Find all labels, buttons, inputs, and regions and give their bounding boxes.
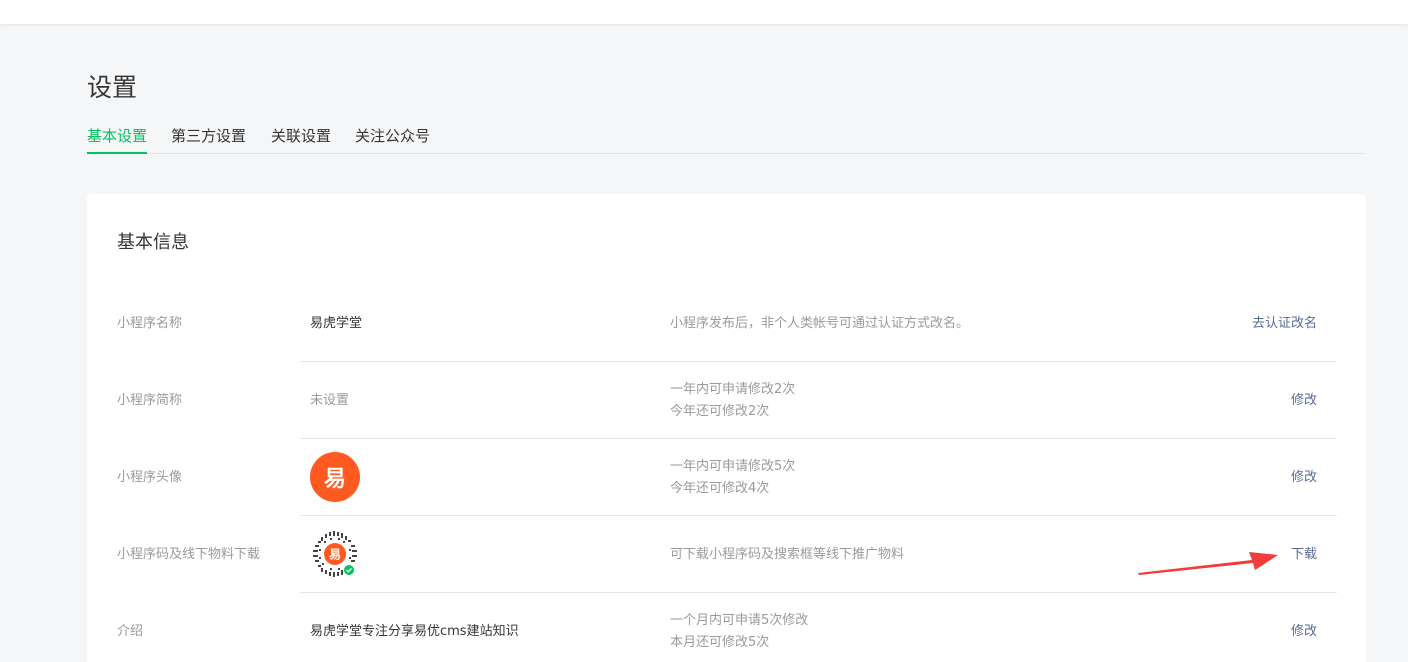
verify-rename-link[interactable]: 去认证改名	[1252, 285, 1317, 362]
mini-program-code-icon: 易	[311, 530, 359, 578]
tab-association-settings[interactable]: 关联设置	[271, 126, 331, 154]
row-description-line: 一个月内可申请5次修改	[670, 612, 809, 628]
modify-avatar-link[interactable]: 修改	[1291, 439, 1317, 516]
settings-tabs: 基本设置 第三方设置 关联设置 关注公众号	[87, 126, 1366, 154]
svg-text:易: 易	[329, 548, 341, 562]
tab-basic-settings[interactable]: 基本设置	[87, 126, 148, 154]
row-description: 一个月内可申请5次修改 本月还可修改5次	[670, 593, 808, 662]
row-value: 易虎学堂专注分享易优cms建站知识	[310, 624, 519, 639]
row-description: 一年内可申请修改2次 今年还可修改2次	[670, 362, 795, 439]
tab-third-party-settings[interactable]: 第三方设置	[171, 126, 246, 154]
row-description: 一年内可申请修改5次 今年还可修改4次	[670, 439, 795, 516]
row-description: 小程序发布后，非个人类帐号可通过认证方式改名。	[670, 285, 969, 362]
row-description-line: 本月还可修改5次	[670, 634, 770, 650]
page-title: 设置	[87, 73, 138, 102]
setting-row-short-name: 小程序简称 未设置 一年内可申请修改2次 今年还可修改2次 修改	[117, 362, 1337, 439]
row-label: 小程序头像	[117, 470, 183, 485]
modify-short-name-link[interactable]: 修改	[1291, 362, 1317, 439]
card-title: 基本信息	[117, 232, 189, 253]
setting-row-intro: 介绍 易虎学堂专注分享易优cms建站知识 一个月内可申请5次修改 本月还可修改5…	[117, 593, 1337, 662]
tab-follow-official-account[interactable]: 关注公众号	[355, 126, 430, 154]
row-description-line: 今年还可修改4次	[670, 480, 770, 496]
row-value: 易虎学堂	[310, 316, 363, 331]
row-label: 小程序名称	[117, 316, 183, 331]
row-label: 小程序码及线下物料下载	[117, 547, 261, 562]
row-label: 介绍	[117, 624, 144, 639]
setting-row-name: 小程序名称 易虎学堂 小程序发布后，非个人类帐号可通过认证方式改名。 去认证改名	[117, 285, 1337, 362]
download-qrcode-link[interactable]: 下载	[1291, 516, 1317, 593]
row-description-line: 小程序发布后，非个人类帐号可通过认证方式改名。	[670, 315, 970, 331]
modify-intro-link[interactable]: 修改	[1291, 593, 1317, 662]
top-navbar	[0, 0, 1408, 24]
row-description: 可下载小程序码及搜索框等线下推广物料	[670, 516, 904, 593]
row-description-line: 可下载小程序码及搜索框等线下推广物料	[670, 546, 905, 562]
mini-program-avatar: 易	[310, 452, 360, 502]
setting-row-avatar: 小程序头像 易 一年内可申请修改5次 今年还可修改4次 修改	[117, 439, 1337, 516]
row-label: 小程序简称	[117, 393, 183, 408]
basic-info-card: 基本信息 小程序名称 易虎学堂 小程序发布后，非个人类帐号可通过认证方式改名。 …	[87, 194, 1366, 662]
row-description-line: 今年还可修改2次	[670, 403, 770, 419]
setting-row-qrcode: 小程序码及线下物料下载 易 可下载小程序码及搜索框等线下推广物料 下载	[117, 516, 1337, 593]
row-description-line: 一年内可申请修改2次	[670, 381, 796, 397]
row-value: 未设置	[310, 393, 350, 408]
row-description-line: 一年内可申请修改5次	[670, 458, 796, 474]
